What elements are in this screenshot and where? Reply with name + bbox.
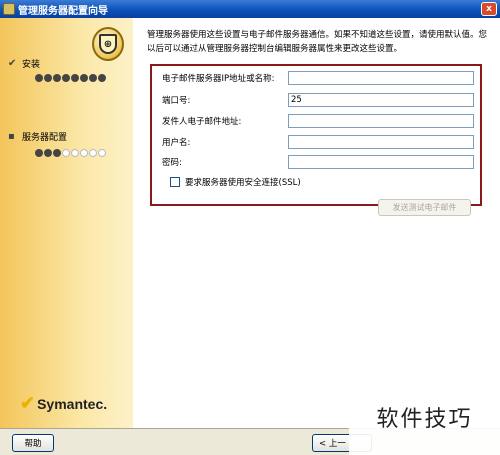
field-server: 电子邮件服务器IP地址或名称: xyxy=(162,71,474,85)
intro-text: 管理服务器使用这些设置与电子邮件服务器通信。如果不知道这些设置，请使用默认值。您… xyxy=(147,30,488,54)
bullet-icon: ▪ xyxy=(8,131,15,142)
window-title: 管理服务器配置向导 xyxy=(18,5,108,17)
field-port: 端口号: xyxy=(162,93,474,107)
email-settings-group: 电子邮件服务器IP地址或名称: 端口号: 发件人电子邮件地址: 用户名: 密码:… xyxy=(150,64,482,206)
symantec-logo: ✔ Symantec. xyxy=(20,393,108,413)
send-test-email-button[interactable]: 发送测试电子邮件 xyxy=(378,199,471,216)
progress-dot xyxy=(89,74,97,82)
close-button[interactable]: x xyxy=(481,2,497,16)
port-label: 端口号: xyxy=(162,96,191,106)
progress-dot xyxy=(71,149,79,157)
progress-dot xyxy=(35,74,43,82)
step-server-config: ▪ 服务器配置 xyxy=(8,130,68,143)
username-label: 用户名: xyxy=(162,138,191,148)
step-server-config-label: 服务器配置 xyxy=(22,133,68,143)
progress-dot xyxy=(62,74,70,82)
progress-dot xyxy=(44,149,52,157)
field-username: 用户名: xyxy=(162,135,474,149)
shield-icon: ⊕ xyxy=(92,27,124,61)
help-button[interactable]: 帮助 xyxy=(12,434,54,452)
progress-dot xyxy=(53,149,61,157)
field-password: 密码: xyxy=(162,155,474,169)
progress-dot xyxy=(71,74,79,82)
progress-dot xyxy=(80,74,88,82)
password-label: 密码: xyxy=(162,158,182,168)
ssl-checkbox[interactable] xyxy=(170,177,180,187)
progress-dot xyxy=(53,74,61,82)
watermark: 软件技巧 xyxy=(349,378,500,455)
server-input[interactable] xyxy=(288,71,474,85)
sender-input[interactable] xyxy=(288,114,474,128)
step-server-config-progress xyxy=(35,149,106,157)
progress-dot xyxy=(44,74,52,82)
server-label: 电子邮件服务器IP地址或名称: xyxy=(162,74,275,84)
password-input[interactable] xyxy=(288,155,474,169)
check-icon: ✔ xyxy=(8,58,17,69)
step-install-progress xyxy=(35,74,106,82)
wizard-sidebar: ⊕ ✔ 安装 ▪ 服务器配置 ✔ Symantec. xyxy=(0,18,133,428)
port-input[interactable] xyxy=(288,93,474,107)
username-input[interactable] xyxy=(288,135,474,149)
step-install: ✔ 安装 xyxy=(8,57,41,70)
ssl-label: 要求服务器使用安全连接(SSL) xyxy=(185,178,301,188)
wizard-content: 管理服务器使用这些设置与电子邮件服务器通信。如果不知道这些设置，请使用默认值。您… xyxy=(133,18,500,428)
title-bar: 管理服务器配置向导 x xyxy=(0,0,500,18)
progress-dot xyxy=(35,149,43,157)
step-install-label: 安装 xyxy=(22,60,41,70)
ssl-option[interactable]: 要求服务器使用安全连接(SSL) xyxy=(170,176,301,188)
progress-dot xyxy=(62,149,70,157)
progress-dot xyxy=(98,74,106,82)
sender-label: 发件人电子邮件地址: xyxy=(162,117,242,127)
app-icon xyxy=(3,3,15,15)
field-sender: 发件人电子邮件地址: xyxy=(162,114,474,128)
progress-dot xyxy=(89,149,97,157)
progress-dot xyxy=(98,149,106,157)
symantec-check-icon: ✔ xyxy=(20,393,36,413)
progress-dot xyxy=(80,149,88,157)
